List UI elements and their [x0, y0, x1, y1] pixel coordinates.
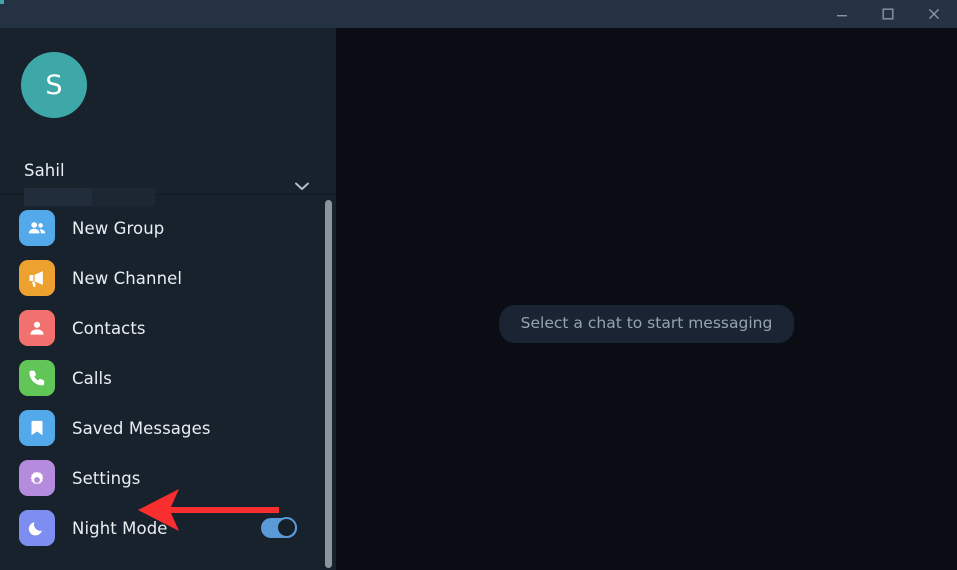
sidebar-item-new-channel[interactable]: New Channel [0, 253, 336, 303]
calls-icon [19, 360, 55, 396]
new-channel-icon [19, 260, 55, 296]
sidebar-item-label: Contacts [72, 318, 146, 338]
sidebar-item-label: Calls [72, 368, 112, 388]
minimize-button[interactable] [819, 0, 865, 28]
close-icon [927, 7, 941, 21]
avatar: S [21, 52, 87, 118]
maximize-button[interactable] [865, 0, 911, 28]
night-mode-moon-icon [19, 510, 55, 546]
profile-name: Sahil [24, 161, 65, 180]
minimize-icon [835, 7, 849, 21]
avatar-initial: S [45, 69, 63, 101]
sidebar-item-label: Night Mode [72, 518, 168, 538]
sidebar: S Sahil New Group New Channel Contacts C… [0, 28, 336, 570]
sidebar-item-calls[interactable]: Calls [0, 353, 336, 403]
night-mode-toggle[interactable] [261, 517, 297, 538]
sidebar-item-new-group[interactable]: New Group [0, 203, 336, 253]
sidebar-item-label: New Channel [72, 268, 183, 288]
sidebar-menu: New Group New Channel Contacts Calls Sav… [0, 195, 336, 553]
sidebar-item-label: Saved Messages [72, 418, 211, 438]
maximize-icon [881, 7, 895, 21]
close-button[interactable] [911, 0, 957, 28]
title-bar [0, 0, 957, 28]
chevron-down-icon[interactable] [291, 175, 313, 197]
saved-messages-icon [19, 410, 55, 446]
chat-panel: Select a chat to start messaging [336, 28, 957, 570]
empty-chat-message: Select a chat to start messaging [498, 305, 795, 343]
sidebar-item-settings[interactable]: Settings [0, 453, 336, 503]
toggle-knob [276, 517, 297, 538]
contacts-icon [19, 310, 55, 346]
sidebar-item-label: Settings [72, 468, 141, 488]
titlebar-accent-pixel [0, 0, 4, 4]
sidebar-item-night-mode[interactable]: Night Mode [0, 503, 336, 553]
settings-gear-icon [19, 460, 55, 496]
sidebar-item-contacts[interactable]: Contacts [0, 303, 336, 353]
sidebar-item-label: New Group [72, 218, 165, 238]
sidebar-scrollbar[interactable] [325, 200, 333, 568]
profile-header[interactable]: S Sahil [0, 28, 336, 206]
sidebar-scrollbar-thumb[interactable] [325, 200, 332, 568]
telegram-desktop-window: S Sahil New Group New Channel Contacts C… [0, 0, 957, 570]
new-group-icon [19, 210, 55, 246]
sidebar-item-saved-messages[interactable]: Saved Messages [0, 403, 336, 453]
